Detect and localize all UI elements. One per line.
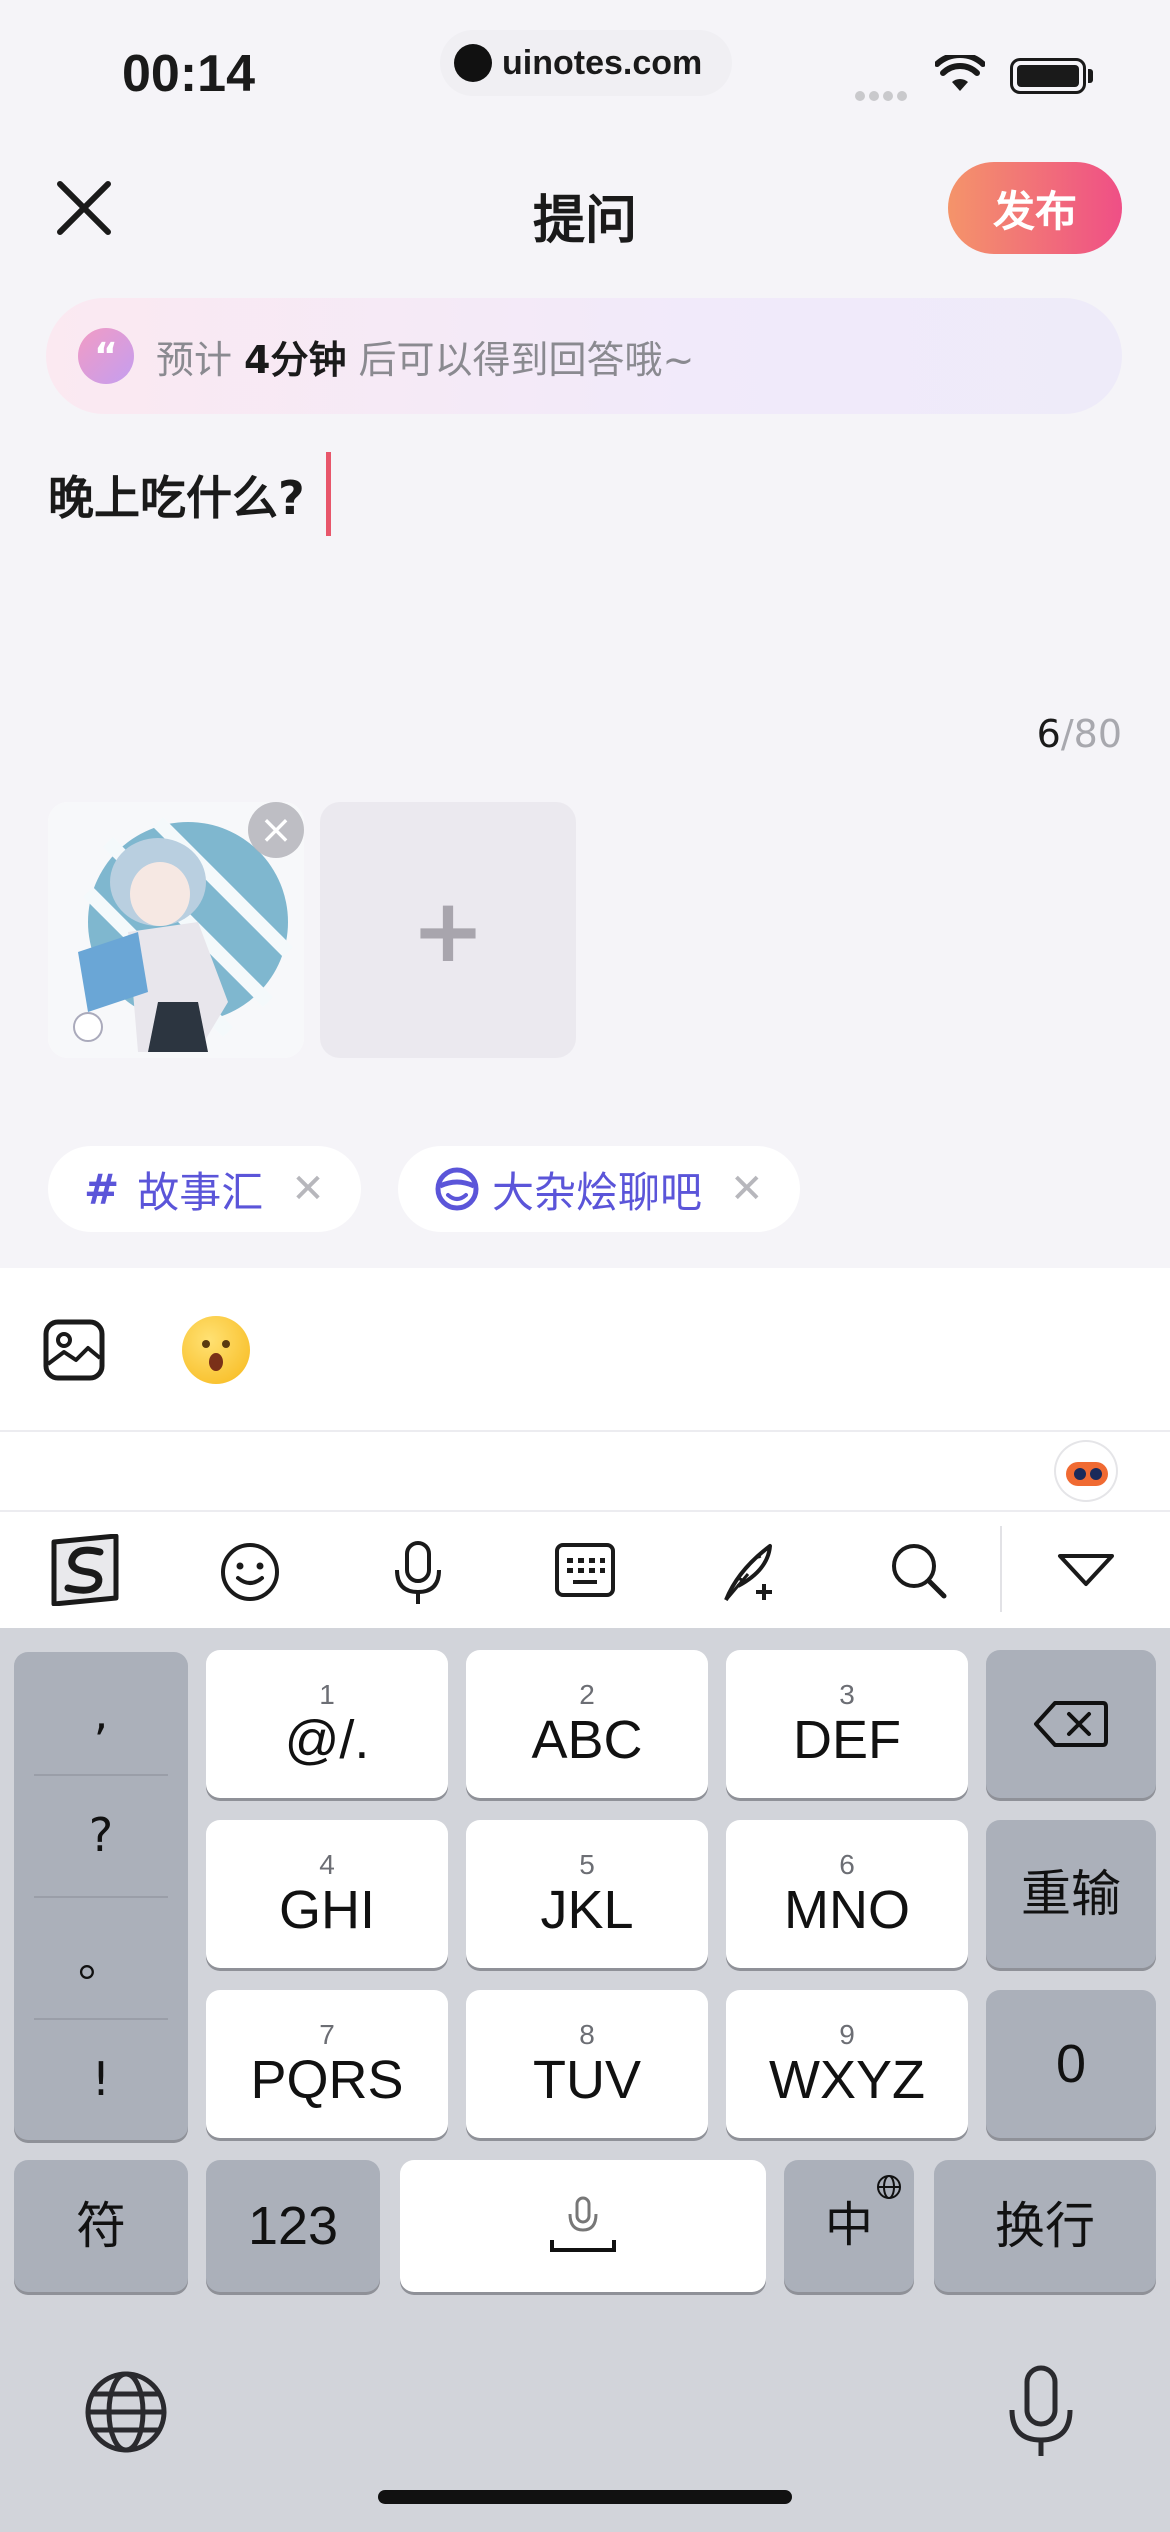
emoji-picker-icon[interactable]	[182, 1316, 250, 1384]
return-key[interactable]: 换行	[934, 2160, 1156, 2292]
url-text: uinotes.com	[502, 43, 703, 82]
compose-toolbar	[0, 1268, 1170, 1430]
wifi-icon	[935, 55, 985, 91]
quill-pen-icon[interactable]	[718, 1540, 784, 1606]
char-count-current: 6	[1036, 712, 1061, 756]
tip-highlight: 4分钟	[244, 337, 347, 382]
space-key[interactable]	[400, 2160, 766, 2292]
sogou-logo-icon[interactable]	[46, 1534, 124, 1606]
url-pill: uinotes.com	[440, 30, 732, 96]
voice-input-icon[interactable]	[392, 1540, 444, 1606]
remove-tag-icon[interactable]: ✕	[730, 1166, 764, 1212]
tag-label: 故事汇	[137, 1167, 264, 1217]
keyboard-layout-icon[interactable]	[554, 1540, 616, 1600]
remove-image-button[interactable]: ×	[248, 802, 304, 858]
battery-tip	[1088, 69, 1093, 83]
answer-time-tip: “ 预计 4分钟 后可以得到回答哦~	[46, 298, 1122, 414]
status-time: 00:14	[122, 45, 255, 103]
keyboard-mascot-icon[interactable]	[1054, 1440, 1118, 1502]
key-8[interactable]: 8 TUV	[466, 1990, 708, 2138]
smiley-icon	[435, 1167, 479, 1211]
cellular-signal-icon	[855, 86, 911, 105]
toolbar-divider	[1000, 1526, 1002, 1612]
add-image-button[interactable]: +	[320, 802, 576, 1058]
collapse-keyboard-icon[interactable]	[1056, 1552, 1116, 1588]
publish-button[interactable]: 发布	[948, 162, 1122, 254]
symbols-key[interactable]: 符	[14, 2160, 188, 2292]
key-7[interactable]: 7 PQRS	[206, 1990, 448, 2138]
tag-chip-story[interactable]: # 故事汇 ✕	[48, 1146, 361, 1232]
key-2[interactable]: 2 ABC	[466, 1650, 708, 1798]
numbers-key[interactable]: 123	[206, 2160, 380, 2292]
text-caret	[326, 452, 331, 536]
image-picker-icon[interactable]	[42, 1318, 106, 1382]
backspace-key[interactable]	[986, 1650, 1156, 1798]
home-indicator[interactable]	[378, 2490, 792, 2504]
tip-suffix: 后可以得到回答哦~	[358, 337, 695, 382]
key-9[interactable]: 9 WXYZ	[726, 1990, 968, 2138]
globe-small-icon	[877, 2175, 901, 2199]
dictation-mic-icon[interactable]	[1004, 2364, 1078, 2460]
key-3[interactable]: 3 DEF	[726, 1650, 968, 1798]
backspace-icon	[1034, 1701, 1108, 1747]
punct-key[interactable]: !	[14, 2018, 188, 2140]
language-toggle-key[interactable]: 中	[784, 2160, 914, 2292]
quote-bubble-icon: “	[78, 328, 134, 384]
tag-label: 大杂烩聊吧	[492, 1167, 703, 1217]
space-mic-icon	[550, 2196, 616, 2252]
question-input[interactable]: 晚上吃什么?	[48, 462, 305, 528]
char-count-max: /80	[1060, 712, 1122, 756]
battery-icon	[1010, 58, 1086, 94]
hashtag-icon: #	[84, 1164, 120, 1214]
keyboard-function-row	[0, 1510, 1170, 1628]
site-logo-icon	[454, 44, 492, 82]
punct-key[interactable]: ?	[14, 1774, 188, 1896]
reenter-key[interactable]: 重输	[986, 1820, 1156, 1968]
tag-chip-chat[interactable]: 大杂烩聊吧 ✕	[398, 1146, 800, 1232]
key-6[interactable]: 6 MNO	[726, 1820, 968, 1968]
key-4[interactable]: 4 GHI	[206, 1820, 448, 1968]
suggestion-bar	[0, 1430, 1170, 1510]
search-icon[interactable]	[888, 1540, 948, 1600]
punctuation-column[interactable]: , ? 。 !	[14, 1652, 188, 2140]
key-1[interactable]: 1 @/.	[206, 1650, 448, 1798]
tip-prefix: 预计	[156, 337, 233, 382]
emoji-keyboard-icon[interactable]	[218, 1540, 282, 1604]
key-5[interactable]: 5 JKL	[466, 1820, 708, 1968]
punct-key[interactable]: 。	[14, 1896, 188, 2018]
globe-icon[interactable]	[84, 2370, 168, 2454]
char-counter: 6/80	[1037, 712, 1122, 756]
punct-key[interactable]: ,	[14, 1652, 188, 1774]
remove-tag-icon[interactable]: ✕	[291, 1166, 325, 1212]
key-0[interactable]: 0	[986, 1990, 1156, 2138]
